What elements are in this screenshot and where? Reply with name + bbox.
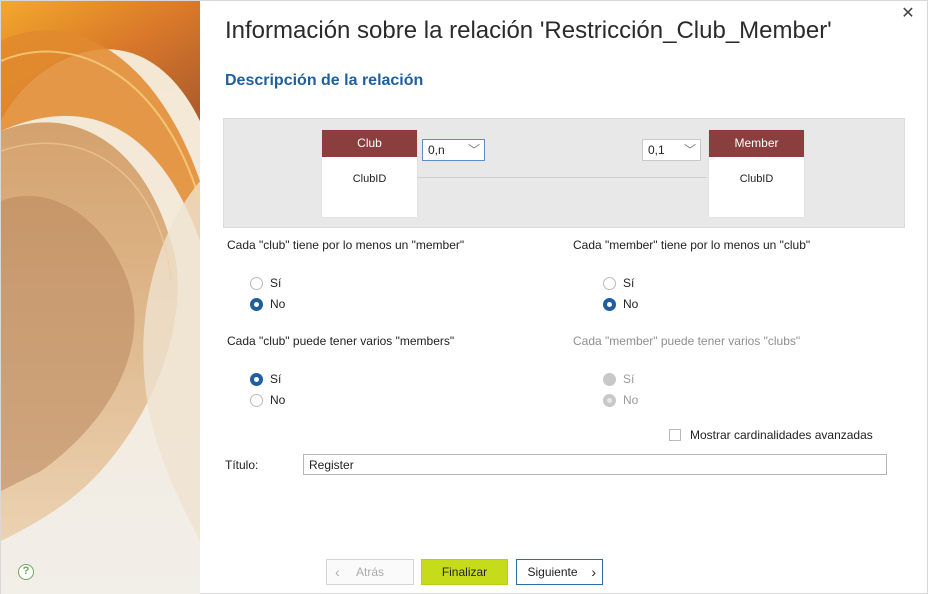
dialog-window: ? ✕ Información sobre la relación 'Restr… xyxy=(0,0,928,594)
q1-yes-radio[interactable]: Sí xyxy=(250,276,281,290)
question-member-at-least-one-club: Cada "member" tiene por lo menos un "clu… xyxy=(573,238,811,252)
chevron-down-icon: ﹀ xyxy=(683,143,696,157)
relationship-diagram: Club ClubID 0,n ﹀ 0,1 ﹀ Member ClubID xyxy=(223,118,905,228)
decorative-side-panel: ? xyxy=(1,1,200,594)
question-member-many-clubs: Cada "member" puede tener varios "clubs" xyxy=(573,334,801,348)
next-button-label: Siguiente xyxy=(527,565,578,579)
question-circle-icon[interactable]: ? xyxy=(18,564,34,580)
radio-label: No xyxy=(623,297,639,311)
entity-member-header: Member xyxy=(709,130,804,157)
finish-button-label: Finalizar xyxy=(441,565,488,579)
title-input[interactable] xyxy=(303,454,887,475)
q2-yes-radio[interactable]: Sí xyxy=(603,276,634,290)
radio-label: Sí xyxy=(270,276,282,290)
chevron-down-icon: ﹀ xyxy=(467,143,480,157)
right-cardinality-value: 0,1 xyxy=(648,143,665,157)
entity-club-field: ClubID xyxy=(352,173,387,185)
radio-button[interactable] xyxy=(603,276,616,290)
next-button[interactable]: Siguiente › xyxy=(516,559,603,585)
entity-club[interactable]: Club ClubID xyxy=(322,130,417,217)
back-button[interactable]: ‹ Atrás xyxy=(326,559,414,585)
question-club-at-least-one-member: Cada "club" tiene por lo menos un "membe… xyxy=(227,238,465,252)
radio-button[interactable] xyxy=(250,393,263,407)
radio-label: No xyxy=(623,393,639,407)
entity-club-header: Club xyxy=(322,130,417,157)
q3-yes-radio[interactable]: Sí xyxy=(250,372,281,386)
decorative-swirl-graphic xyxy=(1,1,200,594)
back-button-label: Atrás xyxy=(355,565,384,579)
radio-button[interactable] xyxy=(603,297,616,311)
advanced-cardinalities-checkbox[interactable]: Mostrar cardinalidades avanzadas xyxy=(669,428,873,442)
q4-no-radio: No xyxy=(603,393,638,407)
left-cardinality-value: 0,n xyxy=(428,143,445,157)
question-club-many-members: Cada "club" puede tener varios "members" xyxy=(227,334,455,348)
entity-member-field: ClubID xyxy=(739,173,774,185)
q2-no-radio[interactable]: No xyxy=(603,297,638,311)
close-icon[interactable]: ✕ xyxy=(899,5,917,23)
radio-button[interactable] xyxy=(250,372,263,386)
radio-button[interactable] xyxy=(250,276,263,290)
radio-label: Sí xyxy=(623,276,635,290)
title-field-label: Título: xyxy=(225,458,259,472)
relationship-line xyxy=(417,177,707,178)
radio-button xyxy=(603,393,616,407)
checkbox-box[interactable] xyxy=(669,429,681,441)
section-subtitle: Descripción de la relación xyxy=(225,72,424,89)
advanced-cardinalities-label: Mostrar cardinalidades avanzadas xyxy=(690,428,873,442)
q4-yes-radio: Sí xyxy=(603,372,634,386)
chevron-right-icon: › xyxy=(591,564,596,580)
finish-button[interactable]: Finalizar xyxy=(421,559,508,585)
q1-no-radio[interactable]: No xyxy=(250,297,285,311)
left-cardinality-select[interactable]: 0,n ﹀ xyxy=(422,139,485,161)
q3-no-radio[interactable]: No xyxy=(250,393,285,407)
radio-label: No xyxy=(270,297,286,311)
dialog-title: Información sobre la relación 'Restricci… xyxy=(225,17,832,44)
radio-button[interactable] xyxy=(250,297,263,311)
radio-label: Sí xyxy=(623,372,635,386)
right-cardinality-select[interactable]: 0,1 ﹀ xyxy=(642,139,701,161)
chevron-left-icon: ‹ xyxy=(335,564,340,580)
radio-label: No xyxy=(270,393,286,407)
radio-label: Sí xyxy=(270,372,282,386)
radio-button xyxy=(603,372,616,386)
entity-member[interactable]: Member ClubID xyxy=(709,130,804,217)
